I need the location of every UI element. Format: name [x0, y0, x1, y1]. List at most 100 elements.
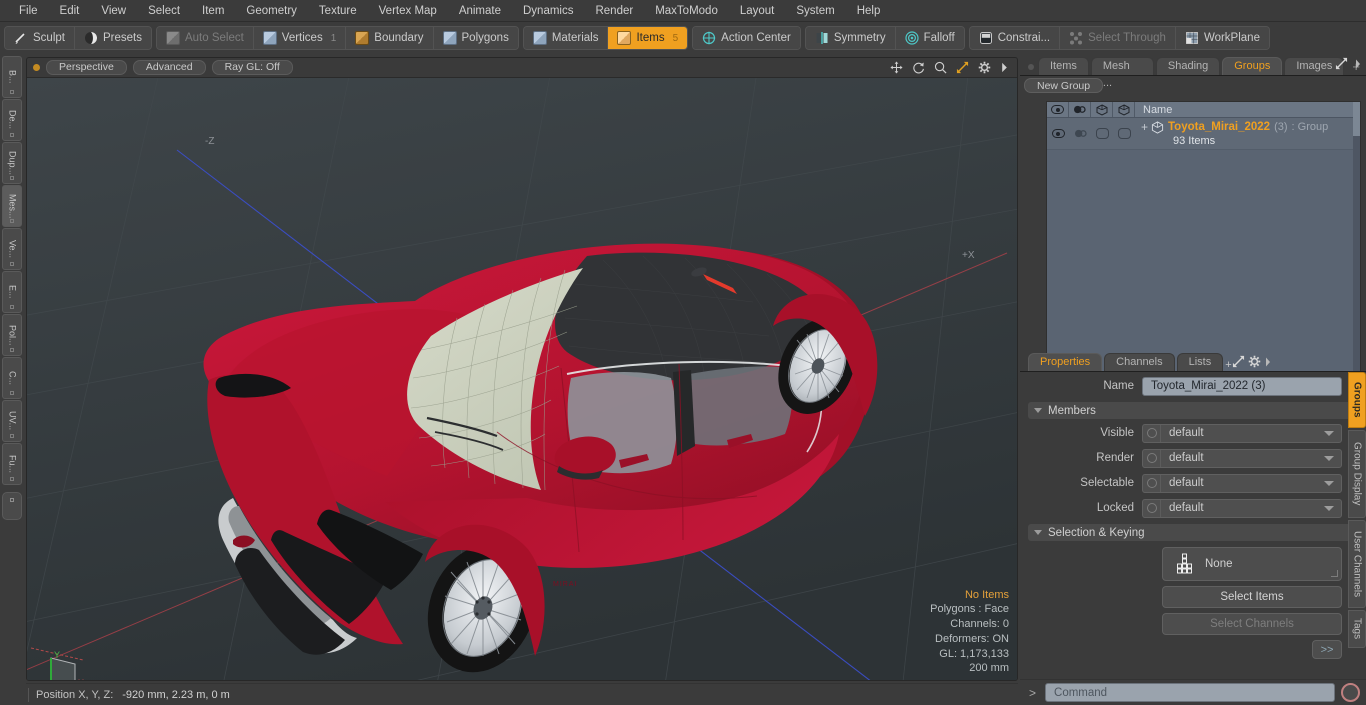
tab-properties[interactable]: Properties [1028, 353, 1103, 371]
panel-menu-dot-icon[interactable] [1028, 64, 1034, 70]
move-icon[interactable] [890, 61, 903, 74]
left-tab-mesh[interactable]: Mes... [2, 185, 22, 227]
select-through-button[interactable]: Select Through [1060, 27, 1176, 49]
command-input[interactable]: Command [1045, 683, 1335, 702]
menu-item-render[interactable]: Render [584, 1, 644, 21]
side-tab-group-display[interactable]: Group Display [1348, 430, 1366, 518]
chevron-right-icon[interactable] [1000, 61, 1009, 74]
workplane-button[interactable]: WorkPlane [1175, 27, 1269, 49]
side-tab-user-channels[interactable]: User Channels [1348, 520, 1366, 608]
polygons-button[interactable]: Polygons [433, 27, 518, 49]
viewport-canvas[interactable]: -Z +X MIRAI Y No Items Polygons: Face C… [27, 78, 1017, 680]
tab-groups[interactable]: Groups [1222, 57, 1283, 75]
menu-item-select[interactable]: Select [137, 1, 191, 21]
presets-button[interactable]: Presets [74, 27, 151, 49]
properties-chevron-right-icon[interactable] [1264, 357, 1272, 371]
cube-polygons-icon [442, 31, 457, 45]
visible-dropdown[interactable]: default [1142, 423, 1342, 443]
menu-item-geometry[interactable]: Geometry [235, 1, 308, 21]
boundary-button[interactable]: Boundary [346, 27, 434, 49]
vertices-button[interactable]: Vertices 1 [253, 27, 347, 49]
viewport[interactable]: Perspective Advanced Ray GL: Off -Z +X M… [26, 57, 1018, 681]
left-tab-vertex[interactable]: Ve... [2, 228, 22, 270]
menu-item-vertex-map[interactable]: Vertex Map [368, 1, 448, 21]
menu-item-texture[interactable]: Texture [308, 1, 368, 21]
expand-more-button[interactable]: >> [1312, 640, 1342, 659]
shading-mode-button[interactable]: Advanced [132, 60, 206, 75]
action-center-button[interactable]: Action Center [693, 27, 800, 49]
symmetry-button[interactable]: Symmetry [805, 27, 896, 49]
menu-item-system[interactable]: System [785, 1, 845, 21]
column-render[interactable] [1069, 102, 1091, 117]
menu-item-edit[interactable]: Edit [49, 1, 91, 21]
viewport-menu-dot-icon[interactable] [33, 64, 40, 71]
row-name-cell[interactable]: + Toyota_Mirai_2022 (3) : Group 93 Items [1135, 120, 1360, 147]
left-tab-extra[interactable] [2, 492, 22, 520]
selectable-dropdown[interactable]: default [1142, 473, 1342, 493]
left-tab-duplicate[interactable]: Dup... [2, 142, 22, 184]
properties-gear-icon[interactable] [1248, 355, 1264, 371]
falloff-button[interactable]: Falloff [895, 27, 964, 49]
tab-lists[interactable]: Lists [1176, 353, 1224, 371]
section-selection-keying[interactable]: Selection & Keying [1028, 524, 1358, 541]
new-group-button[interactable]: New Group [1024, 78, 1104, 93]
select-channels-button[interactable]: Select Channels [1162, 613, 1342, 635]
left-tab-deform[interactable]: De... [2, 99, 22, 141]
raygl-button[interactable]: Ray GL: Off [211, 60, 293, 75]
menu-item-dynamics[interactable]: Dynamics [512, 1, 584, 21]
items-button[interactable]: Items 5 [608, 27, 688, 49]
render-toggle-icon[interactable] [1143, 449, 1161, 467]
sculpt-button[interactable]: Sculpt [5, 27, 75, 49]
row-render-toggle[interactable] [1069, 118, 1091, 149]
row-visible-toggle[interactable] [1047, 118, 1069, 149]
menu-item-maxtomodo[interactable]: MaxToModo [644, 1, 729, 21]
side-tab-groups[interactable]: Groups [1348, 372, 1366, 428]
left-tab-polygon[interactable]: Pol... [2, 314, 22, 356]
left-tab-uv[interactable]: UV... [2, 400, 22, 442]
left-tab-curve[interactable]: C... [2, 357, 22, 399]
expand-panel-icon[interactable] [1335, 57, 1348, 73]
tab-shading[interactable]: Shading [1155, 57, 1221, 75]
right-panel: Items Mesh ... Shading Groups Images + N… [1020, 56, 1366, 705]
locked-toggle-icon[interactable] [1143, 499, 1161, 517]
panel-chevron-right-icon[interactable] [1354, 58, 1362, 73]
menu-item-layout[interactable]: Layout [729, 1, 786, 21]
auto-select-button[interactable]: Auto Select [156, 27, 254, 49]
left-tab-basic[interactable]: B... [2, 56, 22, 98]
visible-toggle-icon[interactable] [1143, 424, 1161, 442]
none-button[interactable]: None [1162, 547, 1342, 581]
record-circle-icon[interactable] [1341, 683, 1360, 702]
column-selectable[interactable] [1091, 102, 1113, 117]
side-tab-tags[interactable]: Tags [1348, 610, 1366, 648]
menu-item-view[interactable]: View [90, 1, 137, 21]
zoom-icon[interactable] [934, 61, 947, 74]
row-locked-toggle[interactable] [1113, 118, 1135, 149]
menu-item-item[interactable]: Item [191, 1, 235, 21]
locked-dropdown[interactable]: default [1142, 498, 1342, 518]
materials-button[interactable]: Materials [523, 27, 609, 49]
column-locked[interactable] [1113, 102, 1135, 117]
gear-icon[interactable] [978, 61, 991, 74]
rotate-icon[interactable] [912, 61, 925, 74]
select-items-button[interactable]: Select Items [1162, 586, 1342, 608]
expander-plus-icon[interactable]: + [1141, 120, 1148, 134]
expand-properties-icon[interactable] [1232, 355, 1248, 371]
menu-item-help[interactable]: Help [846, 1, 892, 21]
table-row[interactable]: + Toyota_Mirai_2022 (3) : Group 93 Items [1047, 118, 1360, 150]
tab-mesh[interactable]: Mesh ... [1090, 57, 1154, 89]
view-mode-button[interactable]: Perspective [46, 60, 127, 75]
tab-channels[interactable]: Channels [1104, 353, 1175, 371]
menu-item-file[interactable]: File [8, 1, 49, 21]
menu-item-animate[interactable]: Animate [448, 1, 512, 21]
left-tab-fusion[interactable]: Fu... [2, 443, 22, 485]
name-input[interactable]: Toyota_Mirai_2022 (3) [1142, 376, 1342, 396]
constraint-button[interactable]: Constrai... [969, 27, 1061, 49]
maximize-icon[interactable] [956, 61, 969, 74]
selectable-toggle-icon[interactable] [1143, 474, 1161, 492]
section-members[interactable]: Members [1028, 402, 1358, 419]
tab-items[interactable]: Items [1037, 57, 1089, 75]
row-selectable-toggle[interactable] [1091, 118, 1113, 149]
column-visible[interactable] [1047, 102, 1069, 117]
left-tab-edge[interactable]: E... [2, 271, 22, 313]
render-dropdown[interactable]: default [1142, 448, 1342, 468]
